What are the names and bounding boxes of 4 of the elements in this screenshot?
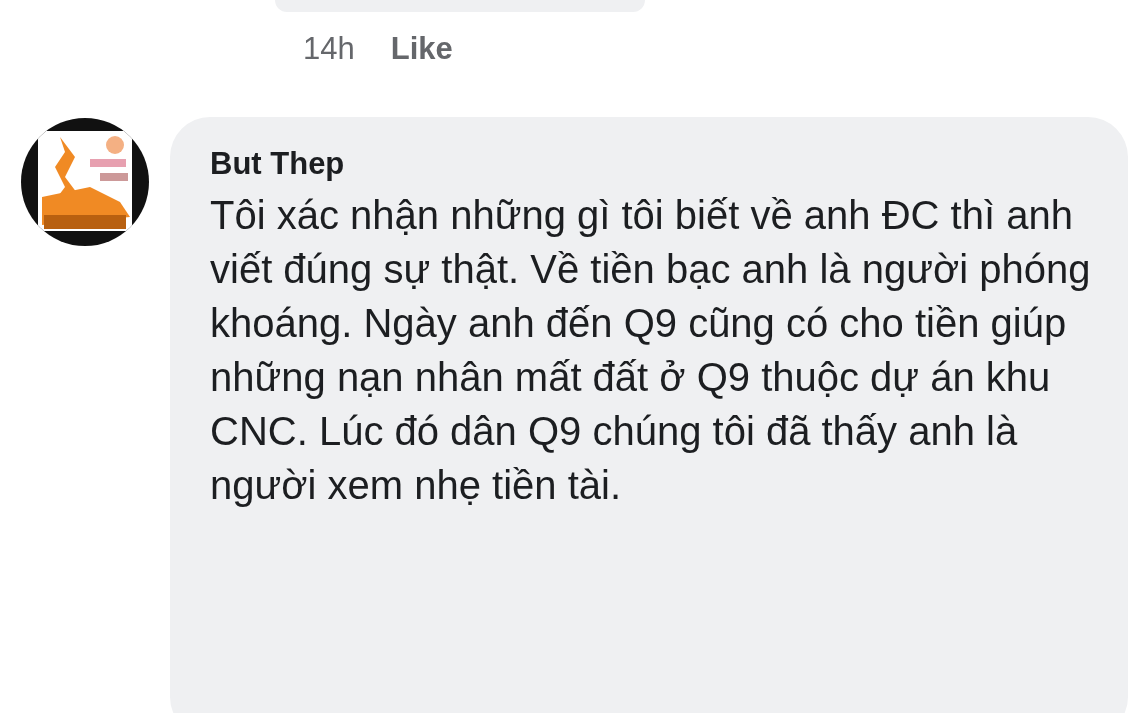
comment-text: Tôi xác nhận những gì tôi biết về anh ĐC thì anh viết đúng sự thật. Về tiền bạc anh là người phóng khoáng. Ngày anh đến Q9 cũng có cho tiền giúp những nạn nhân mất đất ở Q9 thuộc dự án khu CNC. Lúc đó dân Q9 chúng tôi đã thấy anh là người xem nhẹ tiền tài. [210,192,1092,510]
comment-time: 14h [303,30,355,68]
author-name[interactable]: But Thep [210,145,1098,183]
like-link[interactable]: Like [390,30,453,68]
